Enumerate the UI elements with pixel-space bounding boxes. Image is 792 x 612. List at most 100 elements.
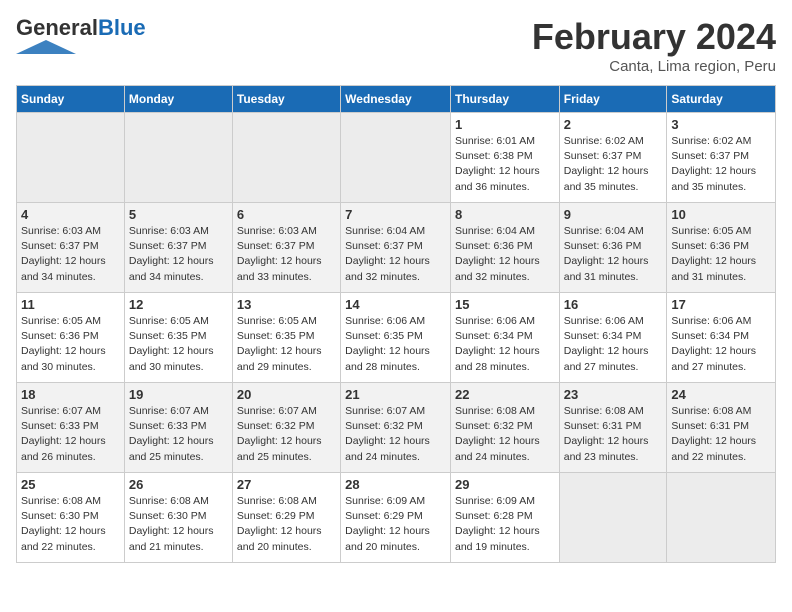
calendar-cell: 12 Sunrise: 6:05 AMSunset: 6:35 PMDayligh… <box>124 293 232 383</box>
day-info: Sunrise: 6:07 AMSunset: 6:33 PMDaylight:… <box>129 404 228 465</box>
calendar-cell: 26Sunrise: 6:08 AMSunset: 6:30 PMDayligh… <box>124 473 232 563</box>
day-number: 1 <box>455 117 555 132</box>
calendar-cell: 14 Sunrise: 6:06 AMSunset: 6:35 PMDayligh… <box>341 293 451 383</box>
calendar-table: SundayMondayTuesdayWednesdayThursdayFrid… <box>16 85 776 563</box>
day-info: Sunrise: 6:05 AMSunset: 6:36 PMDaylight:… <box>671 224 771 285</box>
calendar-cell: 3 Sunrise: 6:02 AMSunset: 6:37 PMDaylight… <box>667 113 776 203</box>
day-info: Sunrise: 6:03 AMSunset: 6:37 PMDaylight:… <box>129 224 228 285</box>
calendar-cell: 21 Sunrise: 6:07 AMSunset: 6:32 PMDayligh… <box>341 383 451 473</box>
week-row-2: 4 Sunrise: 6:03 AMSunset: 6:37 PMDaylight… <box>17 203 776 293</box>
day-number: 29 <box>455 477 555 492</box>
page-header: GeneralBlue February 2024 Canta, Lima re… <box>16 16 776 75</box>
day-info: Sunrise: 6:06 AMSunset: 6:34 PMDaylight:… <box>671 314 771 375</box>
week-row-3: 11Sunrise: 6:05 AMSunset: 6:36 PMDayligh… <box>17 293 776 383</box>
calendar-cell: 28Sunrise: 6:09 AMSunset: 6:29 PMDayligh… <box>341 473 451 563</box>
day-info: Sunrise: 6:05 AMSunset: 6:35 PMDaylight:… <box>129 314 228 375</box>
calendar-cell: 16 Sunrise: 6:06 AMSunset: 6:34 PMDayligh… <box>559 293 667 383</box>
calendar-cell: 10 Sunrise: 6:05 AMSunset: 6:36 PMDayligh… <box>667 203 776 293</box>
calendar-cell: 24 Sunrise: 6:08 AMSunset: 6:31 PMDayligh… <box>667 383 776 473</box>
day-number: 14 <box>345 297 446 312</box>
title-block: February 2024 Canta, Lima region, Peru <box>532 16 776 75</box>
day-info: Sunrise: 6:08 AMSunset: 6:31 PMDaylight:… <box>564 404 663 465</box>
column-header-thursday: Thursday <box>450 86 559 113</box>
logo-blue-text: Blue <box>98 15 146 40</box>
calendar-cell: 4 Sunrise: 6:03 AMSunset: 6:37 PMDaylight… <box>17 203 125 293</box>
day-number: 19 <box>129 387 228 402</box>
calendar-cell: 25 Sunrise: 6:08 AMSunset: 6:30 PMDayligh… <box>17 473 125 563</box>
day-info: Sunrise: 6:04 AMSunset: 6:36 PMDaylight:… <box>564 224 663 285</box>
week-row-4: 18 Sunrise: 6:07 AMSunset: 6:33 PMDayligh… <box>17 383 776 473</box>
calendar-cell: 2Sunrise: 6:02 AMSunset: 6:37 PMDaylight… <box>559 113 667 203</box>
day-info: Sunrise: 6:08 AMSunset: 6:29 PMDaylight:… <box>237 494 336 555</box>
day-number: 21 <box>345 387 446 402</box>
day-info: Sunrise: 6:07 AMSunset: 6:32 PMDaylight:… <box>237 404 336 465</box>
day-number: 7 <box>345 207 446 222</box>
calendar-cell: 19 Sunrise: 6:07 AMSunset: 6:33 PMDayligh… <box>124 383 232 473</box>
day-info: Sunrise: 6:03 AMSunset: 6:37 PMDaylight:… <box>21 224 120 285</box>
day-info: Sunrise: 6:06 AMSunset: 6:34 PMDaylight:… <box>564 314 663 375</box>
day-info: Sunrise: 6:04 AMSunset: 6:36 PMDaylight:… <box>455 224 555 285</box>
day-info: Sunrise: 6:08 AMSunset: 6:31 PMDaylight:… <box>671 404 771 465</box>
day-info: Sunrise: 6:04 AMSunset: 6:37 PMDaylight:… <box>345 224 446 285</box>
column-header-saturday: Saturday <box>667 86 776 113</box>
day-number: 12 <box>129 297 228 312</box>
day-number: 27 <box>237 477 336 492</box>
day-info: Sunrise: 6:03 AMSunset: 6:37 PMDaylight:… <box>237 224 336 285</box>
day-info: Sunrise: 6:08 AMSunset: 6:30 PMDaylight:… <box>21 494 120 555</box>
day-info: Sunrise: 6:02 AMSunset: 6:37 PMDaylight:… <box>671 134 771 195</box>
logo: GeneralBlue <box>16 16 146 59</box>
day-info: Sunrise: 6:07 AMSunset: 6:33 PMDaylight:… <box>21 404 120 465</box>
calendar-cell: 9Sunrise: 6:04 AMSunset: 6:36 PMDaylight… <box>559 203 667 293</box>
calendar-cell <box>667 473 776 563</box>
day-info: Sunrise: 6:09 AMSunset: 6:28 PMDaylight:… <box>455 494 555 555</box>
calendar-cell: 7 Sunrise: 6:04 AMSunset: 6:37 PMDaylight… <box>341 203 451 293</box>
calendar-cell: 11Sunrise: 6:05 AMSunset: 6:36 PMDayligh… <box>17 293 125 383</box>
calendar-cell: 29 Sunrise: 6:09 AMSunset: 6:28 PMDayligh… <box>450 473 559 563</box>
calendar-cell: 17 Sunrise: 6:06 AMSunset: 6:34 PMDayligh… <box>667 293 776 383</box>
calendar-cell: 6 Sunrise: 6:03 AMSunset: 6:37 PMDaylight… <box>232 203 340 293</box>
calendar-header-row: SundayMondayTuesdayWednesdayThursdayFrid… <box>17 86 776 113</box>
logo-icon <box>16 40 76 54</box>
day-number: 18 <box>21 387 120 402</box>
week-row-1: 1 Sunrise: 6:01 AMSunset: 6:38 PMDaylight… <box>17 113 776 203</box>
day-number: 25 <box>21 477 120 492</box>
day-info: Sunrise: 6:06 AMSunset: 6:34 PMDaylight:… <box>455 314 555 375</box>
column-header-tuesday: Tuesday <box>232 86 340 113</box>
day-number: 6 <box>237 207 336 222</box>
column-header-friday: Friday <box>559 86 667 113</box>
calendar-cell <box>124 113 232 203</box>
day-number: 3 <box>671 117 771 132</box>
day-number: 23 <box>564 387 663 402</box>
calendar-cell: 8 Sunrise: 6:04 AMSunset: 6:36 PMDaylight… <box>450 203 559 293</box>
day-number: 20 <box>237 387 336 402</box>
column-header-sunday: Sunday <box>17 86 125 113</box>
day-info: Sunrise: 6:09 AMSunset: 6:29 PMDaylight:… <box>345 494 446 555</box>
week-row-5: 25 Sunrise: 6:08 AMSunset: 6:30 PMDayligh… <box>17 473 776 563</box>
day-number: 16 <box>564 297 663 312</box>
calendar-cell: 20 Sunrise: 6:07 AMSunset: 6:32 PMDayligh… <box>232 383 340 473</box>
day-info: Sunrise: 6:07 AMSunset: 6:32 PMDaylight:… <box>345 404 446 465</box>
day-number: 8 <box>455 207 555 222</box>
day-number: 10 <box>671 207 771 222</box>
logo-general-text: General <box>16 15 98 40</box>
day-number: 17 <box>671 297 771 312</box>
calendar-cell: 15Sunrise: 6:06 AMSunset: 6:34 PMDayligh… <box>450 293 559 383</box>
calendar-cell: 13 Sunrise: 6:05 AMSunset: 6:35 PMDayligh… <box>232 293 340 383</box>
calendar-cell: 18 Sunrise: 6:07 AMSunset: 6:33 PMDayligh… <box>17 383 125 473</box>
day-info: Sunrise: 6:06 AMSunset: 6:35 PMDaylight:… <box>345 314 446 375</box>
day-number: 5 <box>129 207 228 222</box>
calendar-cell <box>341 113 451 203</box>
day-info: Sunrise: 6:08 AMSunset: 6:32 PMDaylight:… <box>455 404 555 465</box>
day-info: Sunrise: 6:02 AMSunset: 6:37 PMDaylight:… <box>564 134 663 195</box>
day-number: 11 <box>21 297 120 312</box>
day-number: 13 <box>237 297 336 312</box>
day-info: Sunrise: 6:05 AMSunset: 6:35 PMDaylight:… <box>237 314 336 375</box>
calendar-cell: 1 Sunrise: 6:01 AMSunset: 6:38 PMDaylight… <box>450 113 559 203</box>
calendar-cell: 5 Sunrise: 6:03 AMSunset: 6:37 PMDaylight… <box>124 203 232 293</box>
column-header-monday: Monday <box>124 86 232 113</box>
day-number: 4 <box>21 207 120 222</box>
column-header-wednesday: Wednesday <box>341 86 451 113</box>
day-number: 24 <box>671 387 771 402</box>
calendar-cell: 23 Sunrise: 6:08 AMSunset: 6:31 PMDayligh… <box>559 383 667 473</box>
day-info: Sunrise: 6:01 AMSunset: 6:38 PMDaylight:… <box>455 134 555 195</box>
